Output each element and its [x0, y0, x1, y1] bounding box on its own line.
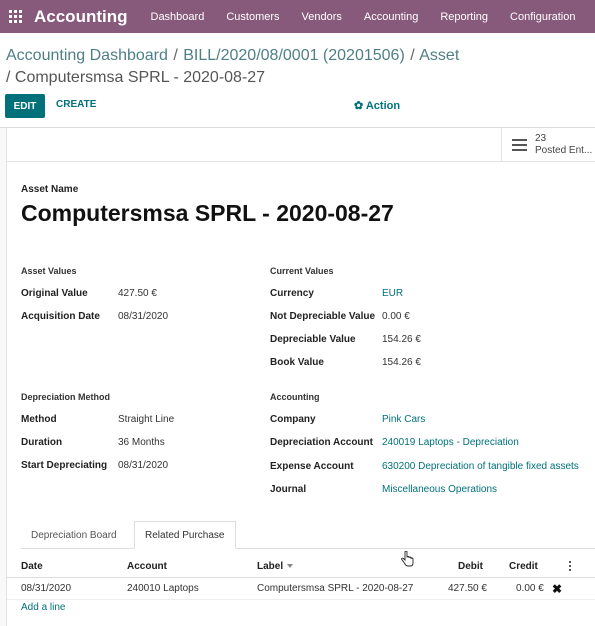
expense-account-link[interactable]: 630200 Depreciation of tangible fixed as… — [382, 461, 579, 472]
row-date: 08/31/2020 — [21, 583, 72, 594]
row-debit: 427.50 € — [448, 583, 487, 594]
control-panel: Accounting Dashboard / BILL/2020/08/0001… — [0, 33, 595, 128]
book-value-label: Book Value — [270, 357, 324, 368]
not-depreciable-value: 0.00 € — [382, 311, 410, 322]
breadcrumb-separator: / — [173, 47, 178, 64]
asset-name: Computersmsa SPRL - 2020-08-27 — [21, 200, 394, 226]
top-navbar: Accounting Dashboard Customers Vendors A… — [0, 0, 595, 33]
depreciable-value: 154.26 € — [382, 334, 421, 345]
original-value-label: Original Value — [21, 288, 88, 299]
sort-caret-icon — [287, 564, 294, 569]
add-line-link[interactable]: Add a line — [21, 602, 65, 613]
breadcrumb-asset[interactable]: Asset — [419, 47, 459, 64]
button-box: 23 Posted Ent... — [7, 128, 595, 162]
column-account[interactable]: Account — [127, 561, 167, 572]
not-depreciable-label: Not Depreciable Value — [270, 311, 376, 322]
acquisition-date-label: Acquisition Date — [21, 311, 100, 322]
nav-customers[interactable]: Customers — [215, 11, 290, 23]
app-name[interactable]: Accounting — [34, 7, 128, 27]
action-menu-button[interactable]: ✿ Action — [354, 99, 400, 112]
depreciable-value-label: Depreciable Value — [270, 334, 356, 345]
start-depreciating-value: 08/31/2020 — [118, 460, 169, 471]
list-icon — [512, 139, 527, 151]
depreciation-method-title: Depreciation Method — [21, 392, 111, 402]
edit-button[interactable]: EDIT — [5, 94, 45, 118]
currency-label: Currency — [270, 288, 314, 299]
row-credit: 0.00 € — [516, 583, 544, 594]
table-row[interactable]: 08/31/2020 240010 Laptops Computersmsa S… — [7, 578, 595, 600]
company-label: Company — [270, 414, 316, 425]
form-sheet: 23 Posted Ent... Asset Name Computersmsa… — [6, 128, 595, 626]
nav-configuration[interactable]: Configuration — [499, 11, 586, 23]
original-value: 427.50 € — [118, 288, 157, 299]
posted-entries-count: 23 — [535, 133, 547, 144]
optional-columns-icon[interactable] — [569, 561, 571, 571]
depreciation-account-link[interactable]: 240019 Laptops - Depreciation — [382, 437, 519, 448]
start-depreciating-label: Start Depreciating — [21, 460, 108, 471]
expense-account-label: Expense Account — [270, 461, 354, 472]
notebook-tabs: Depreciation Board Related Purchase — [21, 521, 595, 549]
method-label: Method — [21, 414, 57, 425]
column-date[interactable]: Date — [21, 561, 43, 572]
journal-label: Journal — [270, 484, 307, 495]
apps-menu-icon[interactable] — [4, 0, 26, 33]
duration-value: 36 Months — [118, 437, 165, 448]
nav-reporting[interactable]: Reporting — [429, 11, 499, 23]
breadcrumb: Accounting Dashboard / BILL/2020/08/0001… — [6, 45, 591, 89]
nav-vendors[interactable]: Vendors — [291, 11, 353, 23]
book-value: 154.26 € — [382, 357, 421, 368]
breadcrumb-separator: / — [410, 47, 415, 64]
breadcrumb-current: / Computersmsa SPRL - 2020-08-27 — [6, 69, 266, 86]
asset-name-label: Asset Name — [21, 184, 79, 195]
breadcrumb-bill[interactable]: BILL/2020/08/0001 (20201506) — [183, 47, 405, 64]
accounting-title: Accounting — [270, 392, 320, 402]
breadcrumb-dashboard[interactable]: Accounting Dashboard — [6, 47, 168, 64]
currency-link[interactable]: EUR — [382, 288, 403, 299]
depreciation-account-label: Depreciation Account — [270, 437, 373, 448]
row-account: 240010 Laptops — [127, 583, 199, 594]
acquisition-date: 08/31/2020 — [118, 311, 169, 322]
posted-entries-button[interactable]: 23 Posted Ent... — [501, 128, 595, 162]
posted-entries-label: Posted Ent... — [535, 145, 593, 156]
column-label[interactable]: Label — [257, 561, 283, 572]
column-debit[interactable]: Debit — [458, 561, 483, 572]
method-value: Straight Line — [118, 414, 175, 425]
tab-depreciation-board[interactable]: Depreciation Board — [21, 521, 127, 549]
nav-dashboard[interactable]: Dashboard — [140, 11, 216, 23]
nav-accounting[interactable]: Accounting — [353, 11, 429, 23]
journal-link[interactable]: Miscellaneous Operations — [382, 484, 497, 495]
tab-related-purchase[interactable]: Related Purchase — [134, 521, 236, 549]
company-link[interactable]: Pink Cars — [382, 414, 425, 425]
duration-label: Duration — [21, 437, 63, 448]
table-header: Date Account Label Debit Credit — [7, 555, 595, 578]
row-label: Computersmsa SPRL - 2020-08-27 — [257, 583, 414, 594]
hand-cursor-icon — [401, 551, 414, 567]
create-button[interactable]: CREATE — [56, 99, 96, 110]
column-credit[interactable]: Credit — [509, 561, 538, 572]
delete-row-icon[interactable]: ✖ — [552, 582, 562, 596]
asset-values-title: Asset Values — [21, 266, 77, 276]
current-values-title: Current Values — [270, 266, 334, 276]
